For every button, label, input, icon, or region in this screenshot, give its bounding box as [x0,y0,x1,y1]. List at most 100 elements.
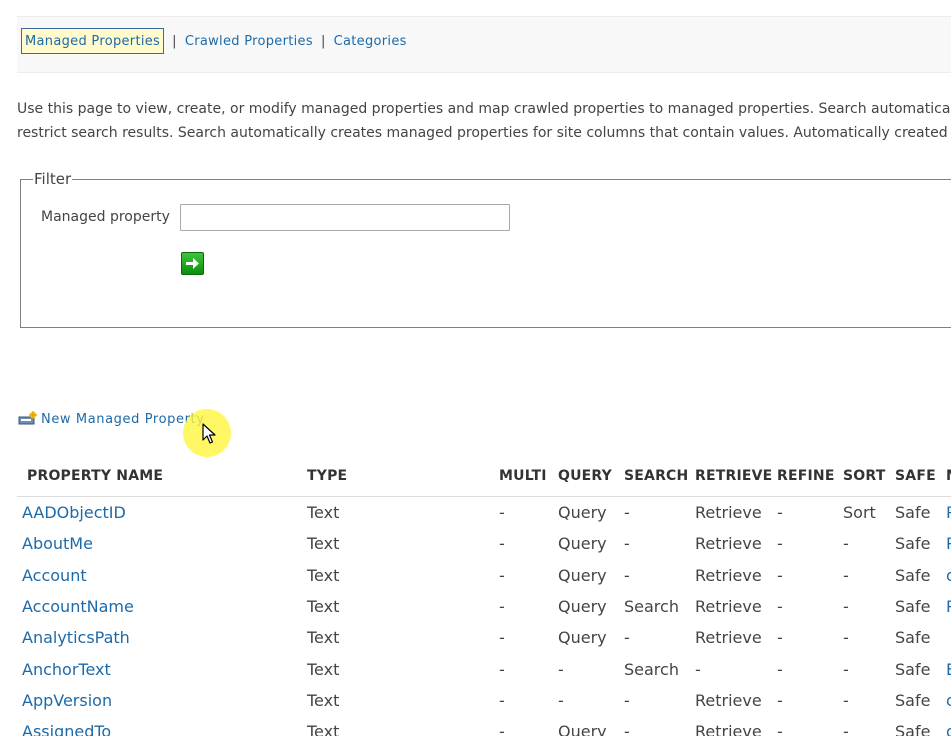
column-header-search[interactable]: SEARCH [624,468,688,484]
table-header: PROPERTY NAME TYPE MULTI QUERY SEARCH RETRIEV… [17,460,951,497]
description-line-2: restrict search results. Search automati… [17,125,951,141]
managed-property-label: Managed property [41,209,170,225]
cell-property-name[interactable]: AccountName [22,597,134,616]
cell-retrieve: Retrieve [695,691,762,710]
cell-retrieve: Retrieve [695,628,762,647]
table-row: AboutMe Text - Query - Retrieve - - Safe P [17,534,951,565]
cell-type: Text [307,691,340,710]
tab-categories[interactable]: Categories [334,34,407,49]
column-header-property-name[interactable]: PROPERTY NAME [27,468,163,484]
cell-type: Text [307,722,340,736]
cell-retrieve: Retrieve [695,566,762,585]
table-row: AnchorTextText--Search---SafeE [17,660,951,691]
cell-safe: Safe [895,597,931,616]
cell-retrieve: - [695,660,701,679]
cell-retrieve: Retrieve [695,722,762,736]
cell-retrieve: Retrieve [695,534,762,553]
cell-sort: - [843,566,849,585]
cell-search: - [624,691,630,710]
table-row: AssignedTo Text - Query - Retrieve - - Safe o [17,722,951,736]
description-line-1: Use this page to view, create, or modify… [17,101,951,117]
nav-separator: | [320,33,326,49]
cell-safe: Safe [895,660,931,679]
cell-refine: - [777,566,783,585]
nav-tabs: Managed Properties | Crawled Properties … [21,28,407,54]
cell-retrieve: Retrieve [695,597,762,616]
cell-multi: - [499,660,505,679]
page-description: Use this page to view, create, or modify… [17,97,951,145]
cell-property-name[interactable]: AboutMe [22,534,93,553]
new-property-icon [18,411,38,427]
cell-refine: - [777,691,783,710]
table-row: AADObjectID Text - Query - Retrieve - Sort Safe P [17,503,951,534]
cell-refine: - [777,722,783,736]
cell-search: - [624,722,630,736]
cell-property-name[interactable]: AnchorText [22,660,111,679]
cell-search: - [624,566,630,585]
cell-sort: - [843,628,849,647]
cell-mapped[interactable]: o [946,722,951,736]
cell-refine: - [777,534,783,553]
table-row: Account Text - Query - Retrieve - - Safe o [17,566,951,597]
column-header-sort[interactable]: SORT [843,468,886,484]
cell-mapped[interactable]: o [946,691,951,710]
new-managed-property-link[interactable]: New Managed Property [18,411,205,427]
tab-crawled-properties[interactable]: Crawled Properties [185,34,313,49]
go-button[interactable] [181,252,204,275]
table-row: AccountName Text - Query Search Retrieve - - Saf… [17,597,951,628]
cell-property-name[interactable]: AssignedTo [22,722,111,736]
cell-sort: Sort [843,503,876,522]
cell-mapped[interactable]: E [946,660,951,679]
cell-multi: - [499,566,505,585]
arrow-right-icon [186,258,199,269]
table-row: AppVersion Text - - - Retrieve - - Safe o [17,691,951,722]
cell-type: Text [307,628,340,647]
column-header-multi[interactable]: MULTI [499,468,547,484]
cell-multi: - [499,722,505,736]
cell-mapped[interactable]: P [946,534,951,553]
cell-safe: Safe [895,691,931,710]
cell-mapped[interactable]: P [946,503,951,522]
cell-search: - [624,628,630,647]
column-header-refine[interactable]: REFINE [777,468,835,484]
cell-multi: - [499,628,505,647]
column-header-type[interactable]: TYPE [307,468,347,484]
cell-sort: - [843,722,849,736]
cell-safe: Safe [895,534,931,553]
cell-type: Text [307,503,340,522]
cell-sort: - [843,660,849,679]
cell-refine: - [777,503,783,522]
cell-mapped[interactable]: o [946,566,951,585]
top-nav-bar: Managed Properties | Crawled Properties … [17,16,951,73]
cell-type: Text [307,597,340,616]
cell-multi: - [499,503,505,522]
cell-query: Query [558,503,607,522]
cell-property-name[interactable]: AADObjectID [22,503,126,522]
cell-sort: - [843,597,849,616]
cell-property-name[interactable]: Account [22,566,87,585]
cell-refine: - [777,597,783,616]
cell-property-name[interactable]: AnalyticsPath [22,628,130,647]
cell-safe: Safe [895,566,931,585]
column-header-mapped[interactable]: M [946,468,951,484]
managed-property-input[interactable] [180,204,510,231]
cell-search: Search [624,660,679,679]
cell-query: Query [558,628,607,647]
cell-retrieve: Retrieve [695,503,762,522]
column-header-retrieve[interactable]: RETRIEVE [695,468,772,484]
cell-search: - [624,503,630,522]
cell-mapped[interactable]: P [946,597,951,616]
cell-multi: - [499,534,505,553]
mouse-pointer-icon [202,423,216,444]
filter-legend: Filter [34,170,72,188]
column-header-safe[interactable]: SAFE [895,468,936,484]
cell-safe: Safe [895,628,931,647]
cell-refine: - [777,628,783,647]
cell-multi: - [499,691,505,710]
cell-property-name[interactable]: AppVersion [22,691,112,710]
column-header-query[interactable]: QUERY [558,468,612,484]
tab-managed-properties[interactable]: Managed Properties [21,28,165,54]
cell-sort: - [843,534,849,553]
cell-sort: - [843,691,849,710]
cell-query: Query [558,722,607,736]
